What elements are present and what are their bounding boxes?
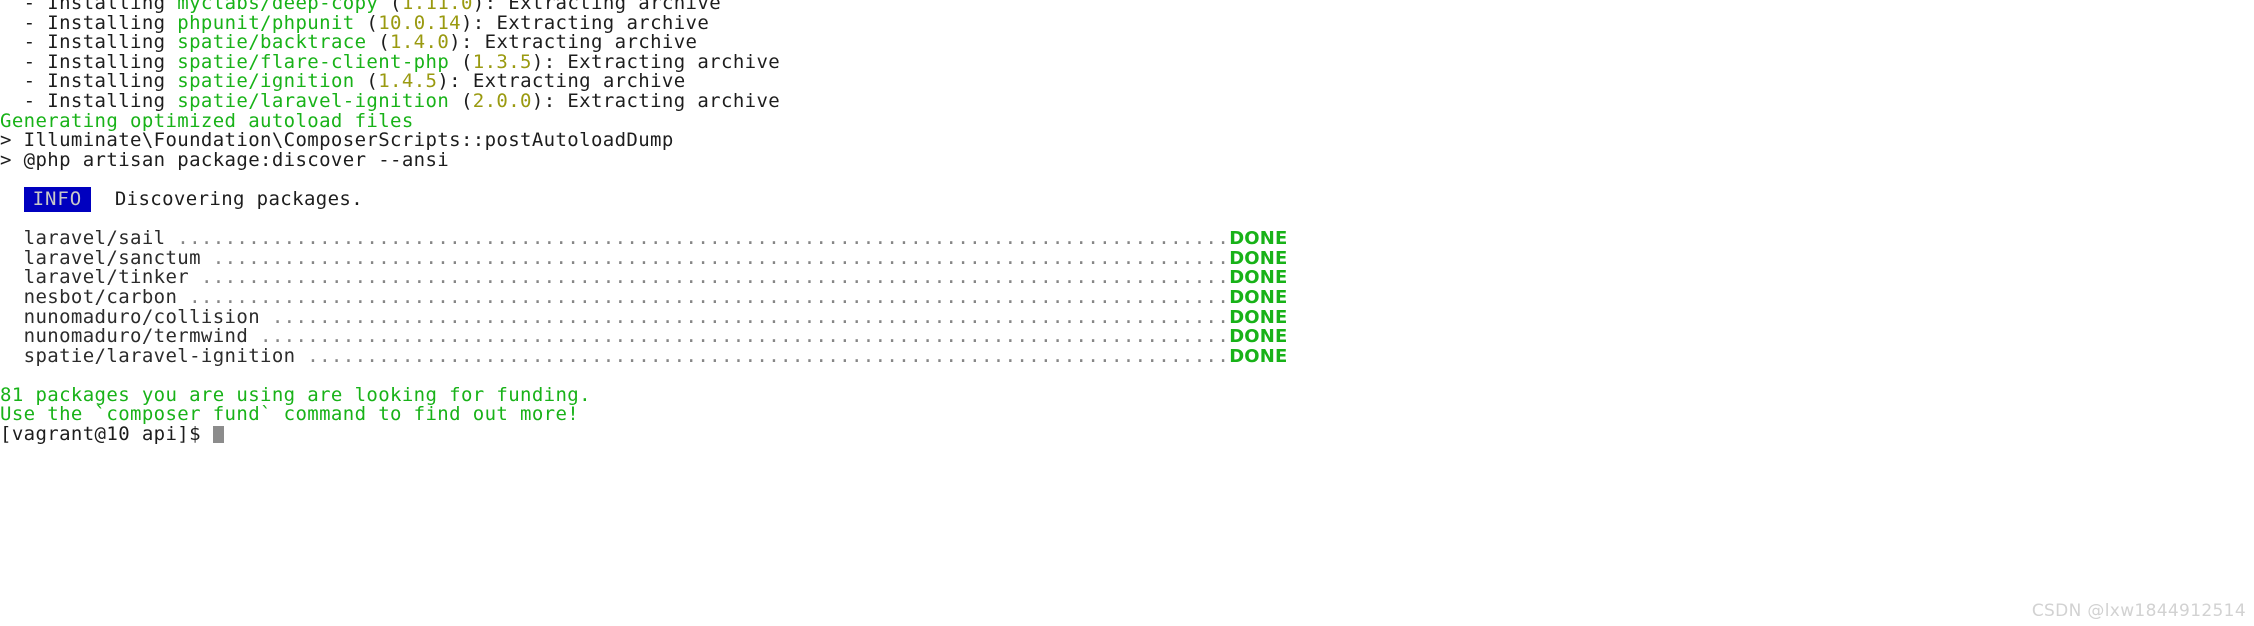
discovery-status: DONE — [1229, 267, 1288, 289]
composer-script-line: > @php artisan package:discover --ansi — [0, 148, 2254, 171]
composer-script-text: > @php artisan package:discover --ansi — [0, 148, 450, 171]
shell-prompt: [vagrant@10 api]$ — [0, 423, 213, 446]
discovery-status: DONE — [1229, 345, 1288, 367]
discovery-status: DONE — [1229, 286, 1288, 308]
funding-line: Use the `composer fund` command to find … — [0, 405, 2254, 425]
info-indent — [0, 188, 24, 210]
discovery-status: DONE — [1229, 228, 1288, 250]
discovery-status: DONE — [1229, 247, 1288, 269]
dot-leader: ........................................… — [307, 344, 1230, 367]
shell-prompt-line[interactable]: [vagrant@10 api]$ — [0, 423, 2254, 446]
info-badge: INFO — [23, 186, 92, 212]
info-message: Discovering packages. — [91, 187, 364, 210]
cursor-block — [212, 426, 224, 444]
package-version: 2.0.0 — [472, 89, 532, 112]
version-open-paren: ( — [449, 89, 473, 112]
version-close-paren: ): — [531, 89, 568, 112]
terminal-output: - Installing myclabs/deep-copy (1.11.0):… — [0, 0, 2254, 445]
discovery-status: DONE — [1229, 306, 1288, 328]
info-line: INFO Discovering packages. — [0, 186, 2254, 212]
watermark: CSDN @lxw1844912514 — [2031, 601, 2246, 622]
discovery-status: DONE — [1229, 326, 1288, 348]
discovery-package-name: spatie/laravel-ignition — [0, 344, 308, 367]
discovery-row: spatie/laravel-ignition ................… — [0, 344, 2254, 367]
install-status: Extracting archive — [567, 89, 781, 112]
